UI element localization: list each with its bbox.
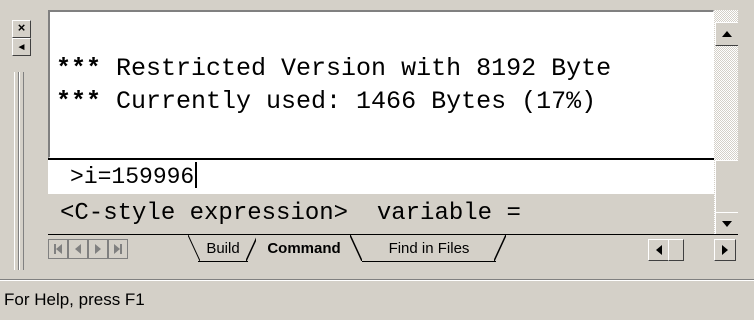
scroll-right-icon <box>722 245 728 255</box>
output-line-prefix: *** <box>56 87 102 116</box>
hscroll-thumb[interactable] <box>668 239 684 261</box>
tab-command-label: Command <box>267 239 341 257</box>
horizontal-scrollbar[interactable] <box>648 239 736 261</box>
output-line: *** Currently used: 1466 Bytes (17%) <box>56 87 596 116</box>
command-input[interactable]: >i=159996 <box>48 158 714 194</box>
output-line-text: Currently used: 1466 Bytes (17%) <box>101 87 597 116</box>
scroll-left-button[interactable] <box>648 239 670 261</box>
output-line-prefix: *** <box>56 54 102 83</box>
window-edge <box>738 10 754 270</box>
tab-first-icon <box>56 244 62 254</box>
output-pane: *** Restricted Version with 8192 Byte **… <box>48 10 714 158</box>
tab-next-icon <box>95 244 101 254</box>
scroll-up-icon <box>722 31 732 37</box>
tab-command[interactable]: Command <box>256 235 352 261</box>
vertical-scrollbar[interactable] <box>714 10 739 236</box>
tab-divider-icon <box>350 235 362 261</box>
tab-build-label: Build <box>206 239 240 257</box>
dock-arrow-icon: ◄ <box>16 42 27 53</box>
tab-find-in-files[interactable]: Find in Files <box>362 235 496 262</box>
scroll-left-icon <box>656 245 662 255</box>
command-value[interactable]: i=159996 <box>84 164 194 190</box>
tab-last-button[interactable] <box>108 239 128 259</box>
tab-next-button[interactable] <box>88 239 108 259</box>
syntax-hint-text: <C-style expression> variable = <box>60 200 521 227</box>
tab-first-button[interactable] <box>48 239 68 259</box>
tab-last-bar-icon <box>120 244 122 254</box>
dock-gripper-panel[interactable]: × ◄ <box>0 0 48 275</box>
command-line[interactable]: >i=159996 <box>70 162 198 190</box>
gripper-bar[interactable] <box>19 72 24 270</box>
tab-divider-icon <box>494 235 506 261</box>
scroll-thumb[interactable] <box>715 160 739 214</box>
close-icon: × <box>17 20 26 35</box>
text-caret <box>195 162 198 188</box>
close-button[interactable]: × <box>12 20 31 38</box>
output-line-text: Restricted Version with 8192 Byte <box>101 54 612 83</box>
scroll-down-button[interactable] <box>715 212 739 236</box>
output-line: *** Restricted Version with 8192 Byte <box>56 54 611 83</box>
syntax-hint-bar: <C-style expression> variable = <box>48 196 714 234</box>
tab-strip: Build Command Find in Files <box>48 234 738 270</box>
scroll-right-button[interactable] <box>714 239 736 261</box>
tab-find-in-files-label: Find in Files <box>388 239 470 257</box>
dock-toggle-button[interactable]: ◄ <box>12 38 31 56</box>
status-bar: For Help, press F1 <box>0 280 754 320</box>
tab-build[interactable]: Build <box>198 235 248 262</box>
scroll-down-icon <box>722 221 732 227</box>
tab-prev-icon <box>75 244 81 254</box>
tab-prev-button[interactable] <box>68 239 88 259</box>
status-text: For Help, press F1 <box>4 290 145 309</box>
scroll-up-button[interactable] <box>715 22 739 46</box>
command-prompt: > <box>70 164 84 190</box>
